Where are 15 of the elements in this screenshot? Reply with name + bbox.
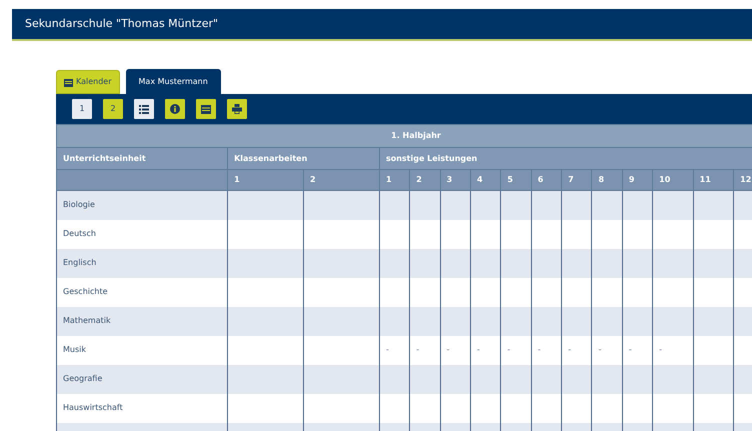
calendar-icon — [201, 104, 211, 114]
printer-icon — [232, 104, 242, 114]
calendar-icon — [64, 78, 73, 86]
printer-button[interactable] — [227, 99, 247, 119]
site-title: Sekundarschule "Thomas Müntzer" — [25, 16, 218, 32]
list-button[interactable] — [134, 99, 154, 119]
info-button[interactable] — [165, 99, 185, 119]
page-button[interactable]: 2 — [103, 99, 123, 119]
column-header: 1. Halbjahr — [56, 124, 752, 148]
info-icon — [170, 104, 180, 114]
calendar-button[interactable] — [196, 99, 216, 119]
tab[interactable]: Max Mustermann — [126, 69, 221, 94]
page-button[interactable]: 1 — [72, 99, 92, 119]
list-icon — [139, 104, 149, 114]
tab[interactable]: Kalender — [56, 70, 120, 94]
